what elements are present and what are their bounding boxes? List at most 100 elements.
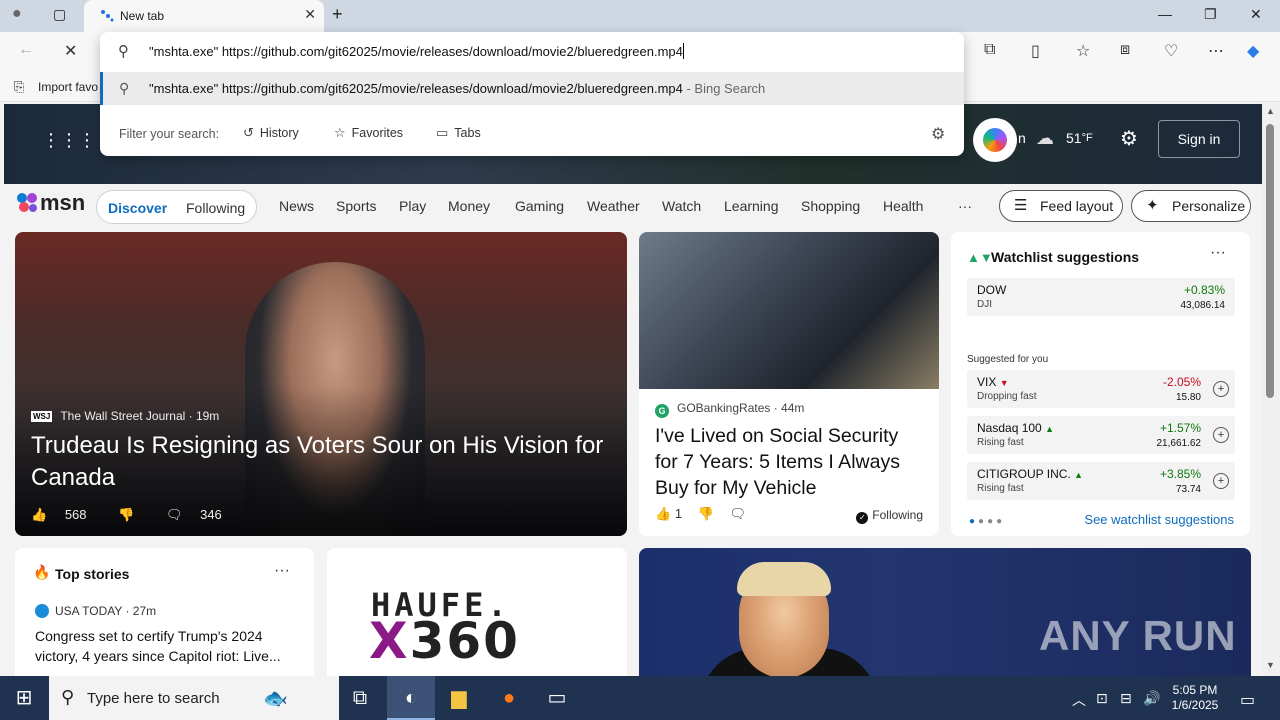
taskbar-clock[interactable]: 5:05 PM 1/6/2025	[1170, 683, 1220, 713]
import-icon: ⎘	[14, 79, 25, 94]
hero-title[interactable]: Trudeau Is Resigning as Voters Sour on H…	[31, 430, 621, 494]
stock-row-vix[interactable]: VIX ▼ Dropping fast -2.05% 15.80 +	[967, 370, 1235, 408]
msn-favicon-icon	[101, 10, 114, 22]
import-favorites-link[interactable]: Import favo	[38, 80, 98, 94]
following-indicator[interactable]: ✓ Following	[856, 508, 923, 524]
dislike-button[interactable]: 👎	[698, 506, 714, 521]
apps-grid-icon[interactable]: ⋮⋮⋮	[42, 130, 96, 150]
firefox-icon[interactable]: ●	[485, 676, 533, 720]
profile-icon[interactable]: ●	[12, 5, 22, 23]
nav-play[interactable]: Play	[399, 198, 426, 214]
windows-start-icon[interactable]: ⊞	[0, 676, 48, 720]
page-scrollbar[interactable]: ▲ ▼	[1262, 102, 1280, 676]
restore-icon[interactable]: ❐	[1204, 6, 1217, 23]
tab-following[interactable]: Following	[186, 200, 245, 216]
tray-network-icon[interactable]: ⊡	[1096, 690, 1108, 707]
search-settings-icon[interactable]: ⚙	[931, 124, 945, 144]
terminal-icon[interactable]: ▭	[533, 676, 581, 720]
ad-product: X360	[369, 612, 520, 670]
windows-taskbar: ⊞ ⚲ Type here to search 🐟 ⧉ ◐ ▆ ● ▭ ︿ ⊡ …	[0, 676, 1280, 720]
filter-tabs[interactable]: ▭ Tabs	[436, 125, 481, 141]
nav-health[interactable]: Health	[883, 198, 923, 214]
task-view-icon[interactable]: ⧉	[336, 676, 384, 720]
split-screen-icon[interactable]: ▯	[1031, 41, 1040, 61]
close-window-icon[interactable]: ✕	[1250, 6, 1262, 23]
page-settings-icon[interactable]: ⚙	[1120, 126, 1138, 151]
add-to-watchlist-icon[interactable]: +	[1213, 381, 1229, 397]
nav-news[interactable]: News	[279, 198, 314, 214]
tab-discover[interactable]: Discover	[108, 200, 167, 216]
address-input[interactable]: ⚲ "mshta.exe" https://github.com/git6202…	[100, 32, 964, 70]
edge-taskbar-icon[interactable]: ◐	[387, 676, 435, 720]
sign-in-button[interactable]: Sign in	[1158, 120, 1240, 158]
comments-button[interactable]: 🗨 346	[166, 507, 236, 522]
see-watchlist-link[interactable]: See watchlist suggestions	[1084, 512, 1234, 527]
thumbs-down-icon: 👎	[118, 507, 135, 522]
dislike-button[interactable]: 👎	[118, 507, 148, 522]
suggestion-engine: - Bing Search	[682, 81, 766, 96]
more-options-icon[interactable]: ···	[274, 562, 290, 580]
extensions-icon[interactable]: ⧉	[984, 41, 995, 59]
weather-temp[interactable]: 51°F	[1066, 130, 1093, 146]
new-tab-icon[interactable]: +	[332, 4, 343, 25]
carousel-dots[interactable]: ●●●●	[969, 516, 1005, 527]
stock-row-dow[interactable]: DOW DJI +0.83% 43,086.14	[967, 278, 1235, 316]
more-options-icon[interactable]: ···	[1210, 244, 1226, 262]
tray-wifi-icon[interactable]: ⊟	[1120, 690, 1132, 707]
notifications-icon[interactable]: ▭	[1240, 690, 1255, 710]
nav-sports[interactable]: Sports	[336, 198, 376, 214]
tab-actions-icon[interactable]: ▢	[53, 6, 66, 23]
add-to-watchlist-icon[interactable]: +	[1213, 473, 1229, 489]
personalize-button[interactable]: ✦ Personalize	[1131, 190, 1251, 222]
stock-row-citigroup[interactable]: CITIGROUP INC. ▲ Rising fast +3.85% 73.7…	[967, 462, 1235, 500]
tray-volume-icon[interactable]: 🔊	[1143, 690, 1160, 707]
filter-favorites[interactable]: ☆ Favorites	[334, 125, 403, 141]
story-card-vehicle[interactable]: G GOBankingRates · 44m I've Lived on Soci…	[639, 232, 939, 536]
hero-story-card[interactable]: WSJ The Wall Street Journal · 19m Trudeau…	[15, 232, 627, 536]
nav-gaming[interactable]: Gaming	[515, 198, 564, 214]
wsj-logo: WSJ	[31, 411, 53, 422]
favorites-icon[interactable]: ☆	[1076, 41, 1090, 61]
top-story-headline[interactable]: Congress set to certify Trump's 2024 vic…	[35, 626, 297, 666]
comments-button[interactable]: 🗨	[729, 506, 746, 521]
scroll-up-icon[interactable]: ▲	[1266, 106, 1275, 116]
stock-row-nasdaq[interactable]: Nasdaq 100 ▲ Rising fast +1.57% 21,661.6…	[967, 416, 1235, 454]
like-button[interactable]: 👍 568	[31, 507, 101, 522]
nav-learning[interactable]: Learning	[724, 198, 779, 214]
tab-new-tab[interactable]: New tab ✕	[84, 0, 324, 32]
nav-more[interactable]: ···	[958, 198, 972, 214]
copilot-button[interactable]	[973, 118, 1017, 162]
copilot-icon	[983, 128, 1007, 152]
filter-label: Filter your search:	[119, 127, 220, 141]
stop-loading-icon[interactable]: ✕	[64, 41, 77, 61]
story-card-trump[interactable]: ANY RUN	[639, 548, 1251, 676]
nav-watch[interactable]: Watch	[662, 198, 701, 214]
suggestion-bing-search[interactable]: ⚲ "mshta.exe" https://github.com/git6202…	[100, 72, 964, 105]
story-title[interactable]: I've Lived on Social Security for 7 Year…	[655, 423, 925, 501]
ad-card-haufe[interactable]: HAUFE. X360	[327, 548, 627, 676]
add-to-watchlist-icon[interactable]: +	[1213, 427, 1229, 443]
filter-history[interactable]: ↺ History	[243, 125, 299, 141]
msn-logo[interactable]: msn	[16, 190, 85, 216]
feed-layout-button[interactable]: ☰ Feed layout	[999, 190, 1123, 222]
watchlist-card: ▲▼ Watchlist suggestions ··· DOW DJI +0.…	[951, 232, 1250, 536]
search-icon: ⚲	[61, 687, 75, 707]
search-filter-row: Filter your search: ↺ History ☆ Favorites …	[100, 120, 964, 150]
more-menu-icon[interactable]: ⋯	[1208, 41, 1224, 61]
nav-shopping[interactable]: Shopping	[801, 198, 860, 214]
minimize-icon[interactable]: —	[1158, 6, 1172, 22]
nav-weather[interactable]: Weather	[587, 198, 640, 214]
collections-icon[interactable]: ⧈	[1120, 41, 1130, 59]
file-explorer-icon[interactable]: ▆	[435, 676, 483, 720]
tray-chevron-icon[interactable]: ︿	[1072, 690, 1086, 710]
back-icon[interactable]: ←	[18, 41, 34, 59]
copilot-icon[interactable]: ◆	[1247, 41, 1259, 61]
browser-essentials-icon[interactable]: ♡	[1164, 41, 1178, 61]
scrollbar-thumb[interactable]	[1266, 124, 1274, 398]
scroll-down-icon[interactable]: ▼	[1266, 660, 1275, 670]
suggested-label: Suggested for you	[967, 354, 1049, 365]
taskbar-search[interactable]: ⚲ Type here to search 🐟	[49, 676, 339, 720]
close-tab-icon[interactable]: ✕	[304, 6, 316, 23]
nav-money[interactable]: Money	[448, 198, 490, 214]
like-button[interactable]: 👍 1	[655, 506, 682, 521]
